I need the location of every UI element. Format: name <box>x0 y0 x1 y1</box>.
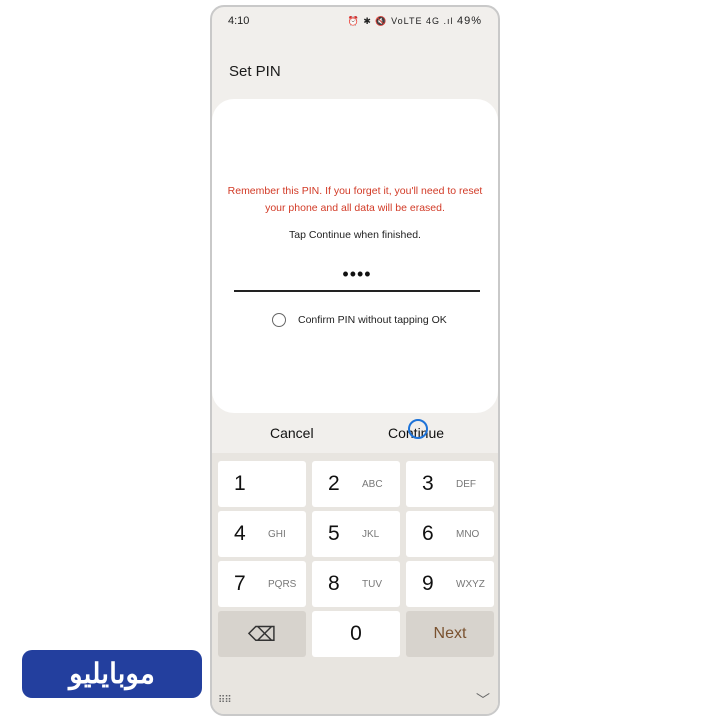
watermark-logo: موبایلیو <box>22 650 202 698</box>
key-4-letters: GHI <box>268 528 286 540</box>
key-5[interactable]: 5 JKL <box>312 511 400 557</box>
key-3-letters: DEF <box>456 478 476 490</box>
key-3-digit: 3 <box>422 472 434 495</box>
key-5-digit: 5 <box>328 522 340 545</box>
confirm-pin-radio[interactable] <box>272 313 286 327</box>
key-8-letters: TUV <box>362 578 382 590</box>
page-title: Set PIN <box>229 63 281 80</box>
key-1-digit: 1 <box>234 472 246 495</box>
key-4-digit: 4 <box>234 522 246 545</box>
watermark-text: موبایلیو <box>69 658 155 689</box>
backspace-icon: ⌫ <box>247 623 277 646</box>
status-time: 4:10 <box>228 15 250 27</box>
key-7-digit: 7 <box>234 572 246 595</box>
key-2[interactable]: 2 ABC <box>312 461 400 507</box>
key-2-letters: ABC <box>362 478 383 490</box>
backspace-button[interactable]: ⌫ <box>218 611 306 657</box>
numeric-keypad: 1 2 ABC 3 DEF 4 GHI 5 JKL 6 MNO 7 PQRS 8… <box>212 453 498 714</box>
battery-level: 49% <box>456 15 482 27</box>
key-8-digit: 8 <box>328 572 340 595</box>
pin-warning-text: Remember this PIN. If you forget it, you… <box>227 185 483 214</box>
key-7[interactable]: 7 PQRS <box>218 561 306 607</box>
action-bar: Cancel Continue <box>212 419 498 445</box>
key-0-digit: 0 <box>350 622 362 645</box>
phone-frame: 4:10 ⏰ ✱ 🔇 VoLTE 4G .ıl 49% Set PIN Reme… <box>210 5 500 716</box>
tap-indicator-icon <box>408 419 428 439</box>
keyboard-icon[interactable]: ⠿⠿ <box>218 695 232 706</box>
next-button[interactable]: Next <box>406 611 494 657</box>
pin-input[interactable]: •••• <box>234 264 480 292</box>
confirm-pin-option[interactable]: Confirm PIN without tapping OK <box>272 311 447 329</box>
key-9-letters: WXYZ <box>456 578 485 590</box>
key-6-letters: MNO <box>456 528 480 540</box>
key-8[interactable]: 8 TUV <box>312 561 400 607</box>
key-6-digit: 6 <box>422 522 434 545</box>
confirm-pin-label: Confirm PIN without tapping OK <box>298 314 447 326</box>
key-2-digit: 2 <box>328 472 340 495</box>
key-3[interactable]: 3 DEF <box>406 461 494 507</box>
next-button-label: Next <box>433 625 467 642</box>
status-indicators: ⏰ ✱ 🔇 VoLTE 4G .ıl <box>347 16 454 26</box>
key-7-letters: PQRS <box>268 578 297 590</box>
cancel-button[interactable]: Cancel <box>270 425 314 441</box>
pin-hint-text: Tap Continue when finished. <box>289 229 421 241</box>
pin-card: Remember this PIN. If you forget it, you… <box>212 99 498 413</box>
key-6[interactable]: 6 MNO <box>406 511 494 557</box>
status-icons: ⏰ ✱ 🔇 VoLTE 4G .ıl 49% <box>348 15 482 27</box>
key-9[interactable]: 9 WXYZ <box>406 561 494 607</box>
key-1[interactable]: 1 <box>218 461 306 507</box>
chevron-down-icon[interactable]: ﹀ <box>476 690 490 710</box>
status-bar: 4:10 ⏰ ✱ 🔇 VoLTE 4G .ıl 49% <box>212 7 498 35</box>
key-9-digit: 9 <box>422 572 434 595</box>
key-0[interactable]: 0 <box>312 611 400 657</box>
key-4[interactable]: 4 GHI <box>218 511 306 557</box>
key-5-letters: JKL <box>362 528 380 540</box>
